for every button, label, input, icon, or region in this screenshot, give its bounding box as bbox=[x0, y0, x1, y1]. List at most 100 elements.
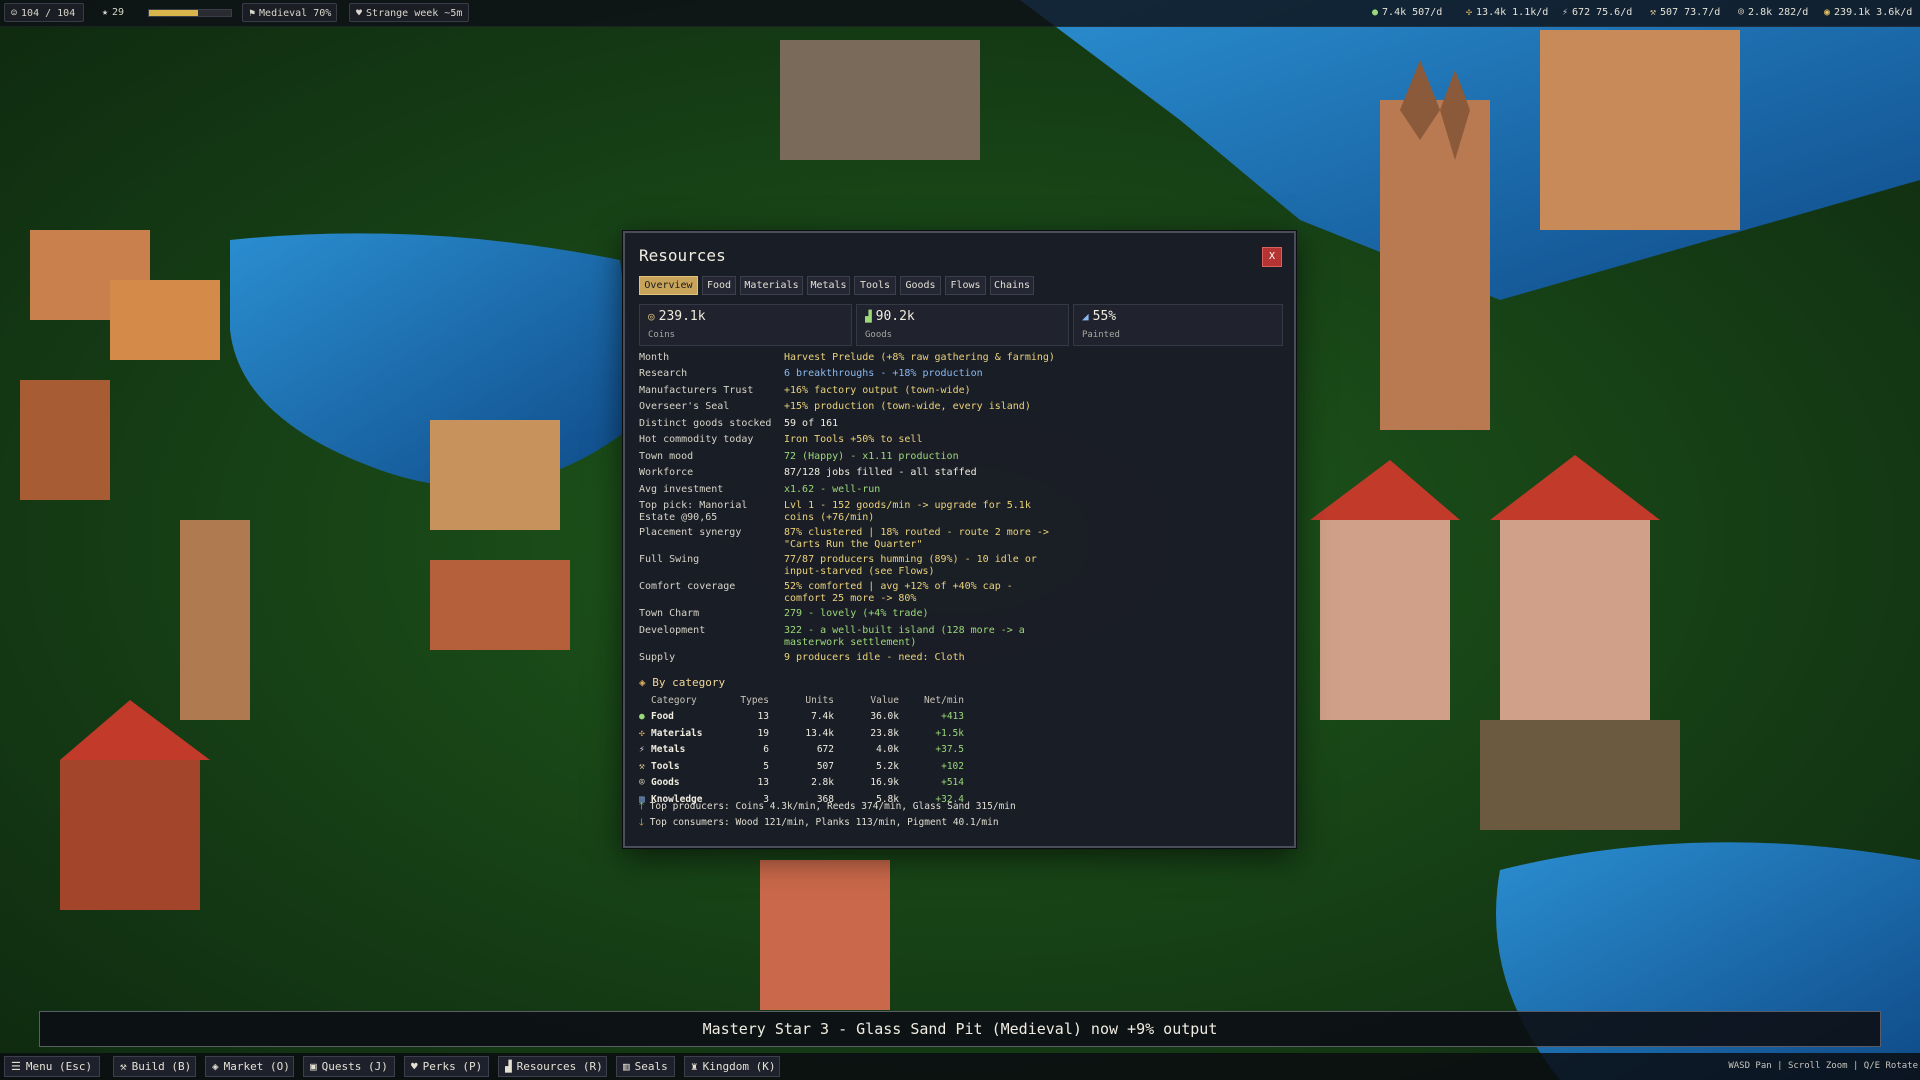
category-name: Goods bbox=[651, 777, 680, 788]
stat-label: Painted bbox=[1082, 330, 1120, 340]
by-category-heading: ◈ By category bbox=[639, 676, 725, 689]
category-name: Materials bbox=[651, 727, 703, 739]
stat-card-painted: ◢ 55% Painted bbox=[1073, 304, 1283, 346]
goods-chart-icon: ▟ bbox=[865, 310, 872, 323]
info-label: Avg investment bbox=[639, 484, 724, 495]
resource-summary-item[interactable]: ◉ 239.1k 3.6k/d bbox=[1824, 5, 1912, 21]
button-label: Menu (Esc) bbox=[25, 1060, 93, 1073]
top-hud: ☺ 104 / 104 ★ 29 ⚑ Medieval 70% ♥ Strange we… bbox=[0, 0, 1920, 27]
heart-icon: ♥ bbox=[411, 1060, 418, 1073]
resource-summary-item[interactable]: ● 7.4k 507/d bbox=[1372, 5, 1442, 21]
header-units: Units bbox=[805, 695, 834, 706]
tab-tools[interactable]: Tools bbox=[854, 276, 896, 295]
resources-button[interactable]: ▟ Resources (R) bbox=[498, 1056, 607, 1077]
tab-overview[interactable]: Overview bbox=[639, 276, 698, 295]
top-consumers: 🡓 Top consumers: Wood 121/min, Planks 11… bbox=[639, 815, 999, 831]
category-types: 13 bbox=[757, 777, 769, 788]
quest-icon: ▣ bbox=[310, 1060, 317, 1073]
metals-icon: ⚡ bbox=[1562, 7, 1569, 18]
category-value: 4.0k bbox=[876, 744, 899, 755]
resource-summary-value: 507 73.7/d bbox=[1660, 7, 1721, 18]
market-button[interactable]: ◈ Market (O) bbox=[205, 1056, 294, 1077]
by-category-title: By category bbox=[652, 676, 726, 689]
info-label: Placement synergy bbox=[639, 527, 742, 538]
button-label: Quests (J) bbox=[321, 1060, 388, 1073]
category-types: 13 bbox=[757, 711, 769, 722]
tab-food[interactable]: Food bbox=[702, 276, 736, 295]
event-indicator[interactable]: ♥ Strange week ~5m bbox=[349, 3, 469, 22]
category-units: 507 bbox=[816, 760, 834, 772]
paint-icon: ◢ bbox=[1082, 310, 1089, 323]
category-value: 5.2k bbox=[876, 760, 899, 772]
chart-icon: ▟ bbox=[505, 1060, 512, 1073]
star-icon: ★ bbox=[102, 7, 109, 18]
build-button[interactable]: ⚒ Build (B) bbox=[113, 1056, 196, 1077]
category-value: 16.9k bbox=[870, 777, 899, 788]
header-value: Value bbox=[870, 695, 899, 706]
category-units: 13.4k bbox=[805, 727, 834, 739]
button-label: Seals bbox=[634, 1060, 668, 1073]
stat-card-goods: ▟ 90.2k Goods bbox=[856, 304, 1069, 346]
population-counter: ☺ 104 / 104 bbox=[4, 3, 84, 22]
category-units: 2.8k bbox=[811, 777, 834, 788]
stat-value: 239.1k bbox=[658, 309, 706, 324]
category-net: +1.5k bbox=[935, 727, 964, 739]
stat-label: Goods bbox=[865, 330, 893, 340]
info-value: 279 - lovely (+4% trade) bbox=[784, 608, 929, 619]
tab-chains[interactable]: Chains bbox=[990, 276, 1034, 295]
info-value: 52% comforted | avg +12% of +40% cap - c… bbox=[784, 581, 1013, 604]
coin-icon: ◎ bbox=[648, 310, 655, 323]
top-consumers-text: Top consumers: Wood 121/min, Planks 113/… bbox=[649, 817, 999, 828]
tab-goods[interactable]: Goods bbox=[900, 276, 941, 295]
controls-hint: WASD Pan | Scroll Zoom | Q/E Rotate bbox=[1728, 1061, 1918, 1071]
resource-summary-item[interactable]: ✣ 13.4k 1.1k/d bbox=[1466, 5, 1548, 21]
bottom-toolbar: ☰ Menu (Esc) ⚒ Build (B) ◈ Market (O) ▣ Quests … bbox=[0, 1053, 1920, 1080]
quests-button[interactable]: ▣ Quests (J) bbox=[303, 1056, 395, 1077]
stat-value: 90.2k bbox=[875, 309, 915, 324]
header-net: Net/min bbox=[923, 695, 964, 706]
tag-icon: ◈ bbox=[212, 1060, 219, 1073]
category-net: +102 bbox=[941, 760, 964, 772]
header-category: Category bbox=[651, 695, 697, 706]
top-producers: 🡑 Top producers: Coins 4.3k/min, Reeds 3… bbox=[639, 799, 1016, 815]
info-value: 59 of 161 bbox=[784, 418, 839, 429]
info-value: Harvest Prelude (+8% raw gathering & far… bbox=[784, 352, 1055, 363]
hammer-icon: ⚒ bbox=[120, 1060, 127, 1073]
kingdom-button[interactable]: ♜ Kingdom (K) bbox=[684, 1056, 780, 1077]
info-value: x1.62 - well-run bbox=[784, 484, 881, 495]
seals-button[interactable]: ▥ Seals bbox=[616, 1056, 675, 1077]
resource-summary-value: 13.4k 1.1k/d bbox=[1476, 7, 1549, 18]
category-value: 36.0k bbox=[870, 711, 899, 722]
resource-summary-value: 239.1k 3.6k/d bbox=[1834, 7, 1913, 18]
info-label: Month bbox=[639, 352, 670, 363]
food-icon: ● bbox=[639, 711, 645, 722]
button-label: Perks (P) bbox=[422, 1060, 483, 1073]
window-title: Resources bbox=[639, 246, 726, 265]
top-producers-text: Top producers: Coins 4.3k/min, Reeds 374… bbox=[649, 801, 1016, 812]
stat-value: 55% bbox=[1092, 309, 1117, 324]
arrow-down-icon: 🡓 bbox=[639, 817, 644, 828]
tab-flows[interactable]: Flows bbox=[945, 276, 986, 295]
header-types: Types bbox=[740, 695, 769, 706]
category-types: 6 bbox=[763, 744, 769, 755]
resource-summary-item[interactable]: ⌾ 2.8k 282/d bbox=[1738, 5, 1808, 21]
close-button[interactable]: X bbox=[1262, 247, 1282, 267]
resource-summary-item[interactable]: ⚡ 672 75.6/d bbox=[1562, 5, 1632, 21]
info-label: Supply bbox=[639, 652, 676, 663]
goods-icon: ⌾ bbox=[1738, 7, 1745, 18]
event-value: Strange week ~5m bbox=[366, 8, 463, 19]
menu-button[interactable]: ☰ Menu (Esc) bbox=[4, 1056, 100, 1077]
goods-icon: ⌾ bbox=[639, 777, 645, 788]
info-value: +15% production (town-wide, every island… bbox=[784, 401, 1031, 412]
perks-button[interactable]: ♥ Perks (P) bbox=[404, 1056, 489, 1077]
info-value: 6 breakthroughs - +18% production bbox=[784, 368, 983, 379]
info-label: Full Swing bbox=[639, 554, 700, 565]
metals-icon: ⚡ bbox=[639, 744, 645, 755]
category-value: 23.8k bbox=[870, 727, 899, 739]
tab-materials[interactable]: Materials bbox=[740, 276, 803, 295]
info-value: 77/87 producers humming (89%) - 10 idle … bbox=[784, 554, 1037, 577]
era-indicator[interactable]: ⚑ Medieval 70% bbox=[242, 3, 337, 22]
tab-metals[interactable]: Metals bbox=[807, 276, 850, 295]
resource-summary-item[interactable]: ⚒ 507 73.7/d bbox=[1650, 5, 1720, 21]
stat-label: Coins bbox=[648, 330, 676, 340]
